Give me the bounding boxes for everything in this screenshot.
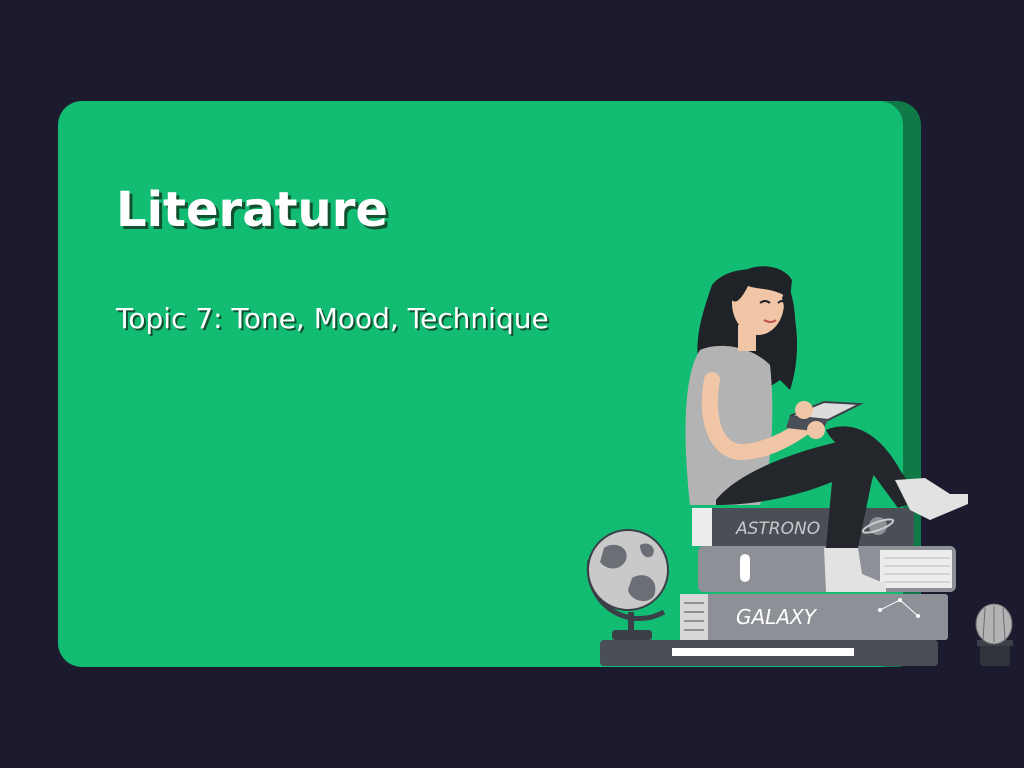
reading-girl-illustration: GALAXY ASTRONO bbox=[586, 266, 1013, 666]
cactus-icon bbox=[975, 603, 1013, 666]
book-label-galaxy: GALAXY bbox=[736, 605, 818, 629]
globe-icon bbox=[586, 529, 669, 640]
slide: Literature Topic 7: Tone, Mood, Techniqu… bbox=[0, 0, 1024, 768]
book-label-astrono: ASTRONO bbox=[735, 519, 820, 539]
